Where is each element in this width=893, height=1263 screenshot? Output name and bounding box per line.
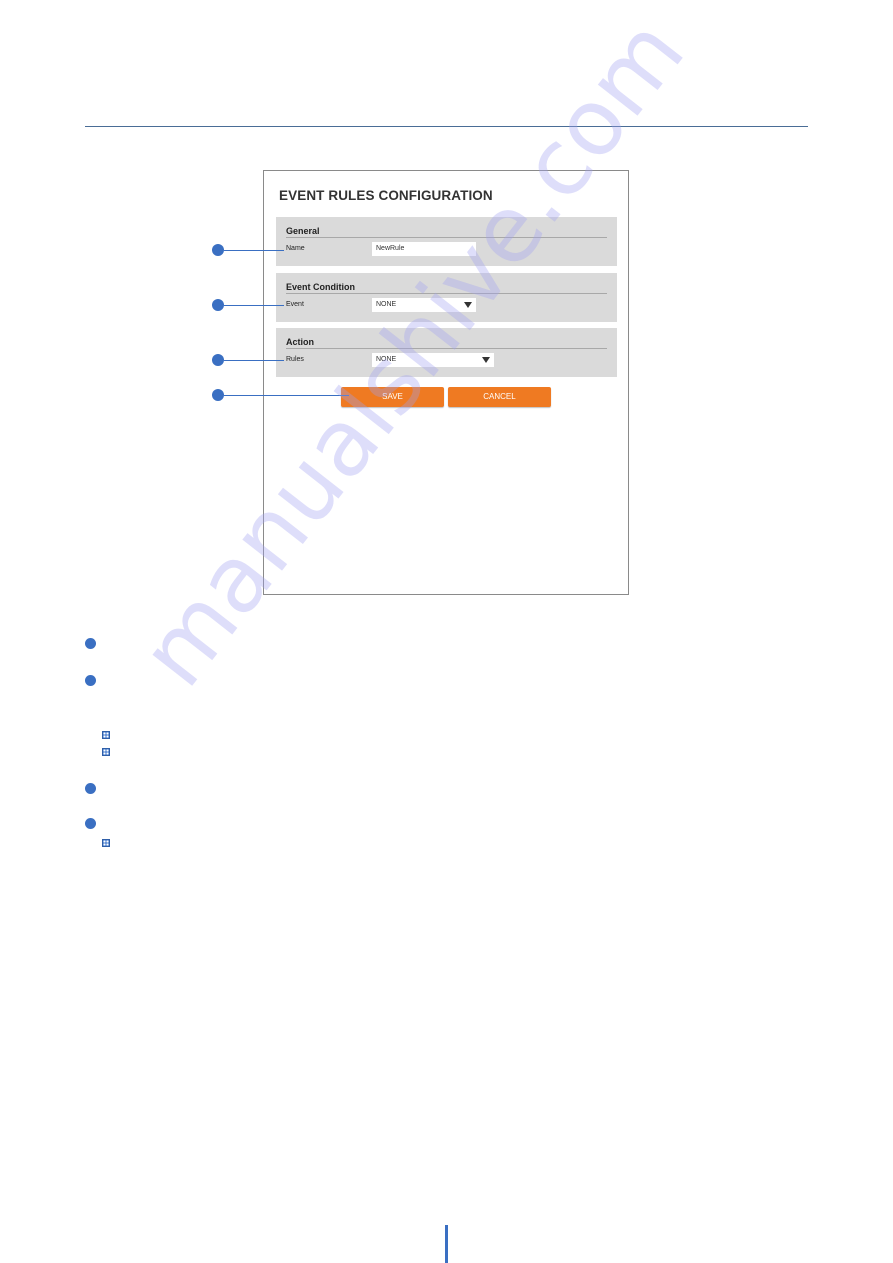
- callout-leader-4: [224, 395, 349, 396]
- event-rules-dialog: EVENT RULES CONFIGURATION General Name N…: [263, 170, 629, 595]
- dropdown-arrow-icon[interactable]: [464, 302, 472, 308]
- callout-marker-1: [212, 244, 224, 256]
- event-label: Event: [286, 301, 304, 308]
- page-marker: [445, 1225, 448, 1263]
- section-action: Action Rules NONE: [276, 328, 617, 377]
- callout-marker-2: [212, 299, 224, 311]
- rules-label: Rules: [286, 356, 304, 363]
- callout-leader-2: [224, 305, 284, 306]
- section-divider: [286, 237, 607, 238]
- save-button[interactable]: SAVE: [341, 387, 444, 407]
- dialog-title: EVENT RULES CONFIGURATION: [279, 188, 493, 203]
- callout-leader-3: [224, 360, 284, 361]
- callout-marker-4: [212, 389, 224, 401]
- event-select-value: NONE: [376, 301, 397, 308]
- callout-marker-3: [212, 354, 224, 366]
- event-select[interactable]: NONE: [372, 298, 476, 312]
- header-divider: [85, 126, 808, 127]
- section-general: General Name NewRule: [276, 217, 617, 266]
- section-divider: [286, 293, 607, 294]
- description-marker-1: [85, 638, 96, 649]
- section-heading-event-condition: Event Condition: [286, 282, 355, 292]
- dropdown-arrow-icon[interactable]: [482, 357, 490, 363]
- description-marker-2: [85, 675, 96, 686]
- rules-select[interactable]: NONE: [372, 353, 494, 367]
- section-heading-general: General: [286, 226, 320, 236]
- name-input[interactable]: NewRule: [372, 242, 476, 256]
- description-marker-3: [85, 783, 96, 794]
- note-icon: [102, 839, 110, 847]
- note-icon: [102, 748, 110, 756]
- cancel-button[interactable]: CANCEL: [448, 387, 551, 407]
- description-marker-4: [85, 818, 96, 829]
- section-event-condition: Event Condition Event NONE: [276, 273, 617, 322]
- rules-select-value: NONE: [376, 356, 397, 363]
- section-divider: [286, 348, 607, 349]
- name-label: Name: [286, 245, 305, 252]
- note-icon: [102, 731, 110, 739]
- callout-leader-1: [224, 250, 284, 251]
- section-heading-action: Action: [286, 337, 314, 347]
